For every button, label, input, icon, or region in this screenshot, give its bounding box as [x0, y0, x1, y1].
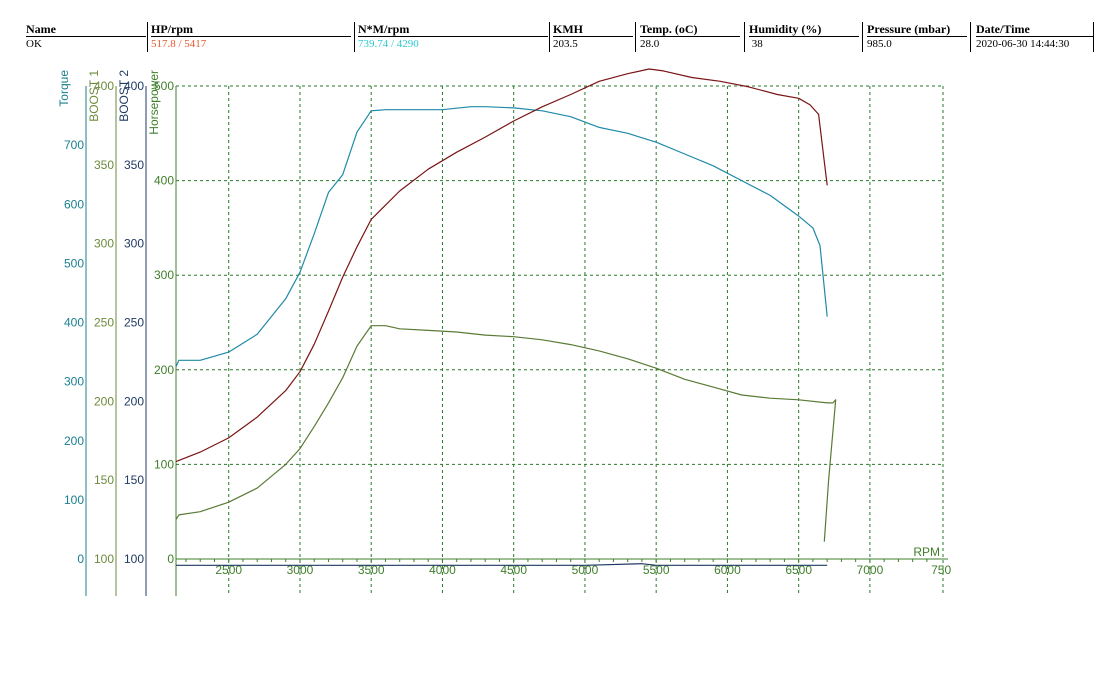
boost-2-tick-label: 250	[124, 316, 144, 330]
x-tick-label: 750	[931, 563, 951, 577]
horsepower-tick-label: 0	[167, 552, 174, 566]
boost-1-tick-label: 350	[94, 158, 114, 172]
torque-tick-label: 300	[64, 375, 84, 389]
torque-tick-label: 0	[77, 552, 84, 566]
boost-2-axis-title: BOOST 2	[117, 70, 131, 122]
torque-axis-title: Torque	[57, 70, 71, 107]
boost-1-tick-label: 300	[94, 237, 114, 251]
grid	[176, 85, 944, 596]
x-axis-label: RPM	[913, 545, 940, 559]
torque-tick-label: 400	[64, 316, 84, 330]
boost-1-curve	[175, 325, 837, 542]
horsepower-axis-title: Horsepower	[147, 70, 161, 135]
torque-curve	[175, 106, 828, 368]
dyno-chart: 2500 3000 3500 4000 4500 5000 5500 6000 6500 7000…	[57, 68, 951, 596]
boost-1-tick-label: 250	[94, 316, 114, 330]
horsepower-tick-label: 200	[154, 363, 174, 377]
x-tick-label: 7000	[857, 563, 884, 577]
torque-tick-label: 700	[64, 138, 84, 152]
boost-2-tick-label: 100	[124, 552, 144, 566]
series	[175, 68, 837, 566]
horsepower-curve	[175, 68, 828, 463]
torque-tick-label: 100	[64, 493, 84, 507]
horsepower-tick-label: 400	[154, 174, 174, 188]
boost-1-tick-label: 200	[94, 394, 114, 408]
boost-2-tick-label: 200	[124, 394, 144, 408]
boost-1-axis-title: BOOST 1	[87, 70, 101, 122]
torque-tick-label: 500	[64, 256, 84, 270]
boost-2-tick-label: 350	[124, 158, 144, 172]
horsepower-tick-label: 100	[154, 457, 174, 471]
horsepower-tick-label: 300	[154, 268, 174, 282]
axes: 2500 3000 3500 4000 4500 5000 5500 6000 6500 7000…	[57, 70, 951, 596]
boost-2-tick-label: 300	[124, 237, 144, 251]
torque-tick-label: 200	[64, 434, 84, 448]
boost-1-tick-label: 150	[94, 473, 114, 487]
boost-2-tick-label: 150	[124, 473, 144, 487]
boost-1-tick-label: 100	[94, 552, 114, 566]
torque-tick-label: 600	[64, 197, 84, 211]
